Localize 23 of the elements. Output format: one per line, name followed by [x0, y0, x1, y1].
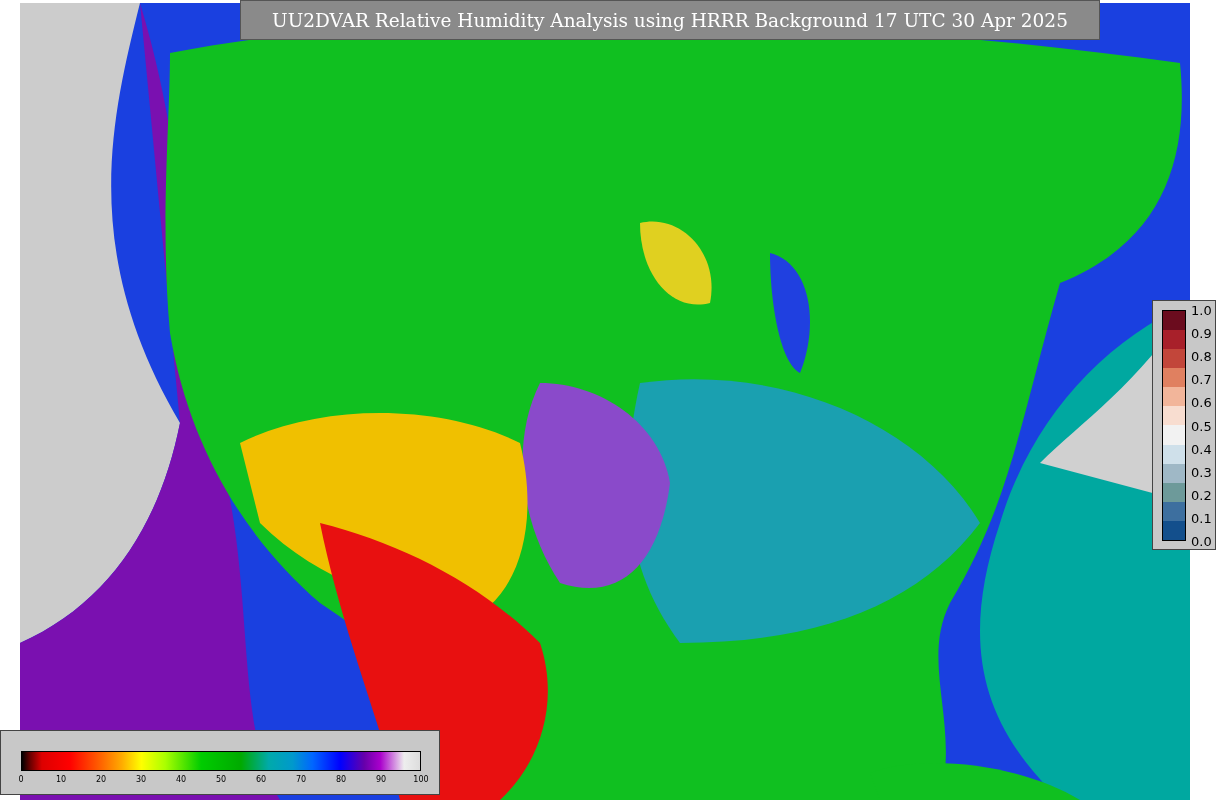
colorbar-tick-label: 0.2 [1191, 487, 1212, 503]
colorbar-tick-label: 0 [18, 775, 24, 784]
colorbar-tick-label: 0.9 [1191, 325, 1212, 341]
colorbar-tick-label: 90 [375, 775, 387, 784]
colorbar-tick-label: 0.8 [1191, 348, 1212, 364]
colorbar-tick-label: 0.0 [1191, 533, 1212, 549]
colorbar-tick-label: 0.6 [1191, 394, 1212, 410]
colorbar-tick-label: 40 [175, 775, 187, 784]
colorbar-tick-label: 0.5 [1191, 418, 1212, 433]
colorbar-tick-label: 0.7 [1191, 371, 1212, 387]
colorbar-tick-label: 100 [413, 775, 429, 784]
colorbar-tick-label: 50 [215, 775, 227, 784]
colorbar-tick-label: 0.3 [1191, 464, 1212, 480]
colorbar-tick-label: 60 [255, 775, 267, 784]
colorbar-tick-label: 20 [95, 775, 107, 784]
colorbar-tick-label: 30 [135, 775, 147, 784]
colorbar-tick-label: 0.1 [1191, 510, 1212, 526]
colorbar-tick-label: 1.0 [1191, 302, 1212, 318]
colorbar-tick-label: 10 [55, 775, 67, 784]
colorbar-tick-label: 0.4 [1191, 441, 1212, 457]
map-title: UU2DVAR Relative Humidity Analysis using HRRR Background 17 UTC 30 Apr 2025 [240, 0, 1100, 40]
colorbar-tick-label: 80 [335, 775, 347, 784]
colorbar-tick-label: 70 [295, 775, 307, 784]
